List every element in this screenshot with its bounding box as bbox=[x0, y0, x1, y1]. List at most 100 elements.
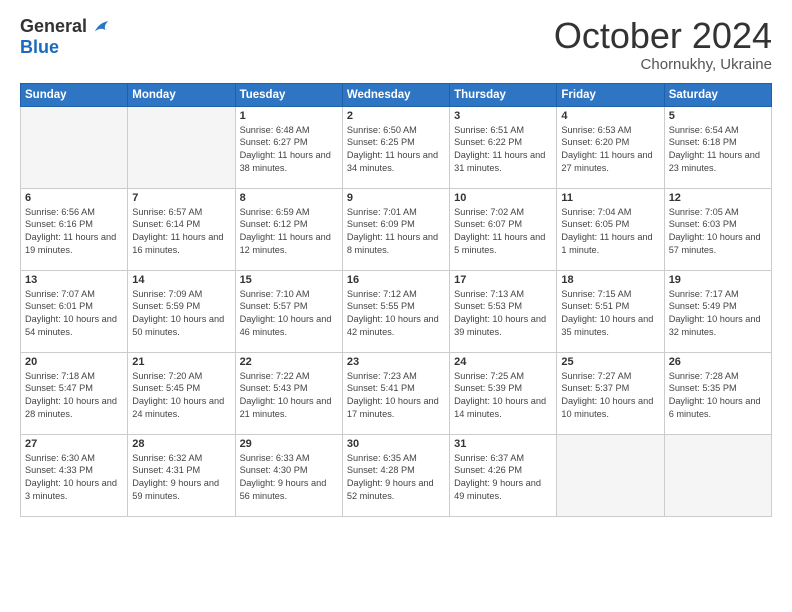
day-number: 21 bbox=[132, 356, 230, 368]
calendar-cell: 31 Sunrise: 6:37 AM Sunset: 4:26 PM Dayli… bbox=[450, 434, 557, 516]
calendar-cell: 1Sunrise: 6:48 AM Sunset: 6:27 PM Daylig… bbox=[235, 106, 342, 188]
day-number: 23 bbox=[347, 356, 445, 368]
day-info: Sunrise: 7:04 AM Sunset: 6:05 PM Dayligh… bbox=[561, 206, 659, 258]
calendar-cell: 26 Sunrise: 7:28 AM Sunset: 5:35 PM Dayli… bbox=[664, 352, 771, 434]
day-info: Sunrise: 6:54 AM Sunset: 6:18 PM Dayligh… bbox=[669, 124, 767, 176]
month-title: October 2024 bbox=[554, 16, 772, 56]
day-number: 22 bbox=[240, 356, 338, 368]
day-number: 28 bbox=[132, 438, 230, 450]
day-number: 17 bbox=[454, 274, 552, 286]
calendar-cell: 15Sunrise: 7:10 AM Sunset: 5:57 PM Dayli… bbox=[235, 270, 342, 352]
calendar-cell: 21 Sunrise: 7:20 AM Sunset: 5:45 PM Dayli… bbox=[128, 352, 235, 434]
calendar-cell: 25Sunrise: 7:27 AM Sunset: 5:37 PM Dayli… bbox=[557, 352, 664, 434]
day-info: Sunrise: 7:20 AM Sunset: 5:45 PM Dayligh… bbox=[132, 370, 230, 422]
day-number: 26 bbox=[669, 356, 767, 368]
logo-blue: Blue bbox=[20, 38, 59, 58]
day-number: 10 bbox=[454, 192, 552, 204]
day-info: Sunrise: 7:13 AM Sunset: 5:53 PM Dayligh… bbox=[454, 288, 552, 340]
day-info: Sunrise: 6:51 AM Sunset: 6:22 PM Dayligh… bbox=[454, 124, 552, 176]
day-info: Sunrise: 7:15 AM Sunset: 5:51 PM Dayligh… bbox=[561, 288, 659, 340]
calendar-cell: 3 Sunrise: 6:51 AM Sunset: 6:22 PM Daylig… bbox=[450, 106, 557, 188]
week-row-5: 27Sunrise: 6:30 AM Sunset: 4:33 PM Dayli… bbox=[21, 434, 772, 516]
day-number: 19 bbox=[669, 274, 767, 286]
day-number: 29 bbox=[240, 438, 338, 450]
day-number: 13 bbox=[25, 274, 123, 286]
day-info: Sunrise: 7:25 AM Sunset: 5:39 PM Dayligh… bbox=[454, 370, 552, 422]
calendar-cell: 16 Sunrise: 7:12 AM Sunset: 5:55 PM Dayli… bbox=[342, 270, 449, 352]
day-info: Sunrise: 6:32 AM Sunset: 4:31 PM Dayligh… bbox=[132, 452, 230, 504]
day-info: Sunrise: 7:27 AM Sunset: 5:37 PM Dayligh… bbox=[561, 370, 659, 422]
logo-general: General bbox=[20, 17, 87, 37]
day-number: 12 bbox=[669, 192, 767, 204]
day-info: Sunrise: 6:53 AM Sunset: 6:20 PM Dayligh… bbox=[561, 124, 659, 176]
logo: General Blue bbox=[20, 16, 111, 58]
day-number: 5 bbox=[669, 110, 767, 122]
weekday-header-tuesday: Tuesday bbox=[235, 83, 342, 106]
day-number: 2 bbox=[347, 110, 445, 122]
calendar-table: SundayMondayTuesdayWednesdayThursdayFrid… bbox=[20, 83, 772, 517]
calendar-cell: 24 Sunrise: 7:25 AM Sunset: 5:39 PM Dayli… bbox=[450, 352, 557, 434]
day-number: 7 bbox=[132, 192, 230, 204]
day-info: Sunrise: 6:37 AM Sunset: 4:26 PM Dayligh… bbox=[454, 452, 552, 504]
day-number: 20 bbox=[25, 356, 123, 368]
day-info: Sunrise: 7:17 AM Sunset: 5:49 PM Dayligh… bbox=[669, 288, 767, 340]
day-number: 16 bbox=[347, 274, 445, 286]
calendar-cell: 18 Sunrise: 7:15 AM Sunset: 5:51 PM Dayli… bbox=[557, 270, 664, 352]
calendar-cell: 9 Sunrise: 7:01 AM Sunset: 6:09 PM Daylig… bbox=[342, 188, 449, 270]
week-row-1: 1Sunrise: 6:48 AM Sunset: 6:27 PM Daylig… bbox=[21, 106, 772, 188]
week-row-3: 13Sunrise: 7:07 AM Sunset: 6:01 PM Dayli… bbox=[21, 270, 772, 352]
calendar-cell bbox=[664, 434, 771, 516]
weekday-header-monday: Monday bbox=[128, 83, 235, 106]
day-number: 14 bbox=[132, 274, 230, 286]
calendar-cell: 27Sunrise: 6:30 AM Sunset: 4:33 PM Dayli… bbox=[21, 434, 128, 516]
calendar-cell: 11 Sunrise: 7:04 AM Sunset: 6:05 PM Dayli… bbox=[557, 188, 664, 270]
weekday-header-saturday: Saturday bbox=[664, 83, 771, 106]
day-info: Sunrise: 6:56 AM Sunset: 6:16 PM Dayligh… bbox=[25, 206, 123, 258]
day-info: Sunrise: 7:01 AM Sunset: 6:09 PM Dayligh… bbox=[347, 206, 445, 258]
week-row-2: 6Sunrise: 6:56 AM Sunset: 6:16 PM Daylig… bbox=[21, 188, 772, 270]
calendar-cell: 28 Sunrise: 6:32 AM Sunset: 4:31 PM Dayli… bbox=[128, 434, 235, 516]
day-number: 4 bbox=[561, 110, 659, 122]
day-number: 11 bbox=[561, 192, 659, 204]
calendar-cell: 14Sunrise: 7:09 AM Sunset: 5:59 PM Dayli… bbox=[128, 270, 235, 352]
calendar-cell bbox=[557, 434, 664, 516]
title-block: October 2024 Chornukhy, Ukraine bbox=[554, 16, 772, 73]
day-number: 9 bbox=[347, 192, 445, 204]
weekday-header-sunday: Sunday bbox=[21, 83, 128, 106]
day-info: Sunrise: 7:22 AM Sunset: 5:43 PM Dayligh… bbox=[240, 370, 338, 422]
day-info: Sunrise: 6:57 AM Sunset: 6:14 PM Dayligh… bbox=[132, 206, 230, 258]
day-info: Sunrise: 7:10 AM Sunset: 5:57 PM Dayligh… bbox=[240, 288, 338, 340]
page-header: General Blue October 2024 Chornukhy, Ukr… bbox=[20, 16, 772, 73]
calendar-cell: 17 Sunrise: 7:13 AM Sunset: 5:53 PM Dayli… bbox=[450, 270, 557, 352]
calendar-cell: 4 Sunrise: 6:53 AM Sunset: 6:20 PM Daylig… bbox=[557, 106, 664, 188]
calendar-cell: 6Sunrise: 6:56 AM Sunset: 6:16 PM Daylig… bbox=[21, 188, 128, 270]
day-number: 24 bbox=[454, 356, 552, 368]
calendar-cell: 19 Sunrise: 7:17 AM Sunset: 5:49 PM Dayli… bbox=[664, 270, 771, 352]
day-info: Sunrise: 6:59 AM Sunset: 6:12 PM Dayligh… bbox=[240, 206, 338, 258]
weekday-header-row: SundayMondayTuesdayWednesdayThursdayFrid… bbox=[21, 83, 772, 106]
calendar-cell: 13Sunrise: 7:07 AM Sunset: 6:01 PM Dayli… bbox=[21, 270, 128, 352]
day-number: 31 bbox=[454, 438, 552, 450]
calendar-cell: 23Sunrise: 7:23 AM Sunset: 5:41 PM Dayli… bbox=[342, 352, 449, 434]
weekday-header-friday: Friday bbox=[557, 83, 664, 106]
calendar-cell: 12Sunrise: 7:05 AM Sunset: 6:03 PM Dayli… bbox=[664, 188, 771, 270]
calendar-cell: 22 Sunrise: 7:22 AM Sunset: 5:43 PM Dayli… bbox=[235, 352, 342, 434]
day-number: 8 bbox=[240, 192, 338, 204]
calendar-cell: 5 Sunrise: 6:54 AM Sunset: 6:18 PM Daylig… bbox=[664, 106, 771, 188]
week-row-4: 20Sunrise: 7:18 AM Sunset: 5:47 PM Dayli… bbox=[21, 352, 772, 434]
day-info: Sunrise: 7:28 AM Sunset: 5:35 PM Dayligh… bbox=[669, 370, 767, 422]
day-info: Sunrise: 7:12 AM Sunset: 5:55 PM Dayligh… bbox=[347, 288, 445, 340]
day-info: Sunrise: 6:50 AM Sunset: 6:25 PM Dayligh… bbox=[347, 124, 445, 176]
calendar-cell: 30Sunrise: 6:35 AM Sunset: 4:28 PM Dayli… bbox=[342, 434, 449, 516]
day-number: 3 bbox=[454, 110, 552, 122]
day-info: Sunrise: 6:30 AM Sunset: 4:33 PM Dayligh… bbox=[25, 452, 123, 504]
day-number: 30 bbox=[347, 438, 445, 450]
calendar-cell bbox=[21, 106, 128, 188]
calendar-cell: 8 Sunrise: 6:59 AM Sunset: 6:12 PM Daylig… bbox=[235, 188, 342, 270]
weekday-header-thursday: Thursday bbox=[450, 83, 557, 106]
calendar-cell: 2 Sunrise: 6:50 AM Sunset: 6:25 PM Daylig… bbox=[342, 106, 449, 188]
day-info: Sunrise: 6:48 AM Sunset: 6:27 PM Dayligh… bbox=[240, 124, 338, 176]
day-number: 18 bbox=[561, 274, 659, 286]
day-info: Sunrise: 6:33 AM Sunset: 4:30 PM Dayligh… bbox=[240, 452, 338, 504]
calendar-cell: 7 Sunrise: 6:57 AM Sunset: 6:14 PM Daylig… bbox=[128, 188, 235, 270]
